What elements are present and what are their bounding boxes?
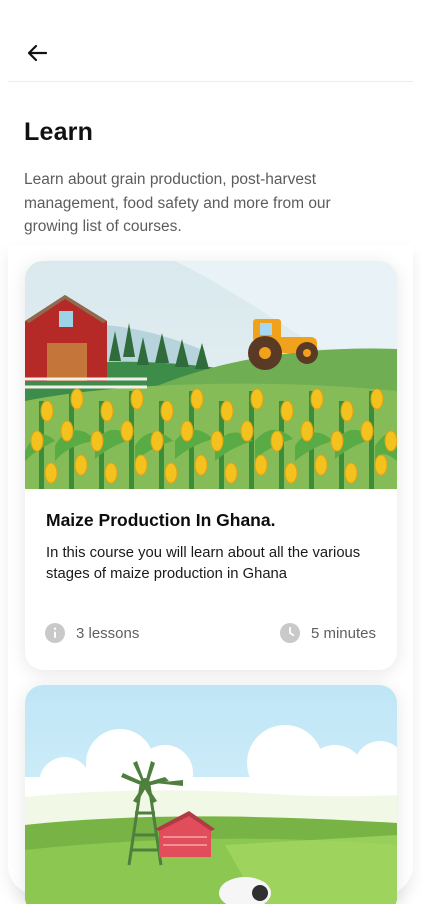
course-description: In this course you will learn about all … [46, 545, 361, 582]
page-title: Learn [24, 118, 94, 146]
course-duration-label: 5 minutes [310, 624, 376, 642]
course-title: Maize Production In Ghana. [46, 510, 276, 530]
header-divider [8, 81, 413, 82]
windmill-farm-illustration [25, 685, 397, 904]
course-card[interactable]: Maize Production In Ghana. In this cours… [25, 261, 397, 670]
clock-icon [279, 623, 300, 643]
farm-barn-tractor-maize-illustration [25, 261, 397, 489]
top-app-bar [0, 0, 421, 82]
lesson-count: 3 lessons [45, 623, 139, 643]
back-button[interactable] [22, 38, 52, 68]
page-intro: Learn about grain production, post-harve… [24, 171, 331, 235]
arrow-left-icon [27, 44, 48, 62]
course-card[interactable] [25, 685, 397, 904]
info-icon [45, 623, 65, 643]
lesson-count-label: 3 lessons [76, 624, 140, 642]
course-duration: 5 minutes [279, 623, 376, 643]
learn-screen: Learn Learn about grain production, post… [0, 0, 421, 904]
